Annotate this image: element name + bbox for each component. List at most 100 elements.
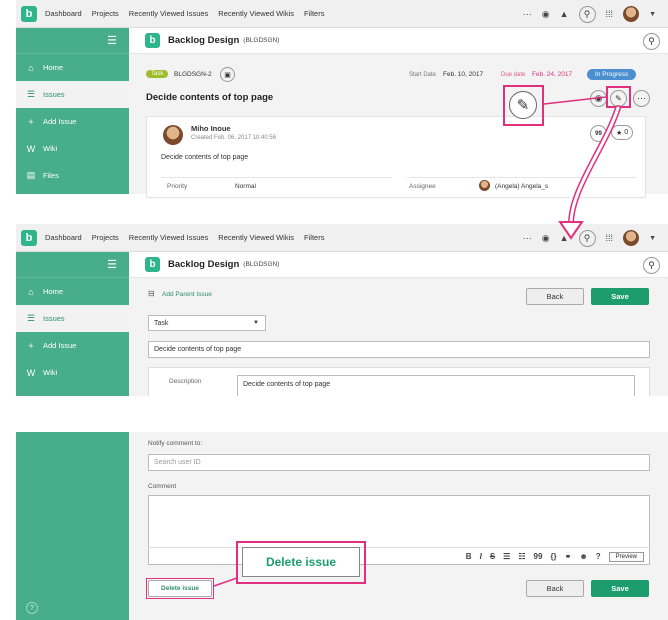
star-count: 0 [624, 129, 629, 136]
copy-key-icon[interactable]: ▣ [220, 67, 235, 82]
subject-input[interactable]: Decide contents of top page [148, 341, 650, 358]
bullet-list-icon[interactable]: ☰ [503, 552, 510, 561]
list-icon: ☰ [26, 89, 36, 99]
status-badge[interactable]: In Progress [587, 69, 637, 80]
issue-title: Decide contents of top page [146, 92, 274, 103]
nav-recent-wikis[interactable]: Recently Viewed Wikis [218, 9, 294, 18]
search-icon-2[interactable]: ⚲ [578, 229, 596, 247]
wiki-icon: W [26, 143, 36, 154]
sidebar-item-issues[interactable]: ☰ Issues [16, 81, 129, 108]
issue-description: Decide contents of top page [161, 154, 249, 161]
nav-recent-issues-2[interactable]: Recently Viewed Issues [129, 233, 209, 242]
edit-main: b Backlog Design (BLGDSGN) ⚲ ⊟ Add Paren… [129, 252, 668, 396]
user-avatar-2[interactable] [623, 230, 640, 246]
back-button[interactable]: Back [526, 288, 584, 305]
bold-icon[interactable]: B [466, 552, 472, 561]
assignee-label: Assignee [409, 183, 436, 190]
issue-type-tag: Task [146, 70, 169, 78]
user-search-input[interactable]: Search user ID [148, 454, 650, 471]
italic-icon[interactable]: I [480, 552, 482, 561]
small-edit-highlight [606, 86, 631, 108]
bell-icon-2[interactable]: ▲ [560, 233, 569, 243]
strikethrough-icon[interactable]: S [490, 552, 495, 561]
save-button-bottom[interactable]: Save [591, 580, 649, 597]
project-name-2[interactable]: Backlog Design [168, 259, 239, 270]
nav-dashboard[interactable]: Dashboard [45, 9, 82, 18]
sidebar-item-add-issue[interactable]: + Add Issue [16, 108, 129, 135]
sidebar-item-home[interactable]: ⌂ Home [16, 54, 129, 81]
nav-projects[interactable]: Projects [92, 9, 119, 18]
star-icon: ★ [616, 129, 623, 137]
help-icon-toolbar[interactable]: ? [596, 552, 601, 561]
assignee-value: (Angela) Angela_s [495, 183, 549, 190]
watch-eye-icon-2[interactable]: ◉ [542, 233, 550, 244]
issue-card: Miho Inoue Created Feb. 06, 2017 10:40:5… [146, 116, 646, 198]
help-icon[interactable]: ? [26, 602, 38, 614]
issue-type-select[interactable]: Task ▼ [148, 315, 266, 331]
apps-grid-icon-2[interactable]: ⁞⁞⁞ [606, 233, 614, 243]
backlog-logo[interactable]: b [21, 5, 37, 22]
project-search-icon[interactable]: ⚲ [643, 33, 660, 50]
project-name[interactable]: Backlog Design [168, 35, 239, 46]
link-icon[interactable]: ⚭ [565, 552, 572, 561]
detail-divider-2 [407, 177, 637, 178]
sidebar-item-home-2[interactable]: ⌂ Home [16, 278, 129, 305]
user-avatar[interactable] [623, 6, 640, 22]
nav-recent-issues[interactable]: Recently Viewed Issues [129, 9, 209, 18]
back-button-bottom[interactable]: Back [526, 580, 584, 597]
sidebar-item-files[interactable]: ▤ Files [16, 162, 129, 189]
nav-dashboard-2[interactable]: Dashboard [45, 233, 82, 242]
emoji-icon[interactable]: ☻ [579, 552, 587, 561]
sidebar-item-wiki[interactable]: W Wiki [16, 135, 129, 162]
numbered-list-icon[interactable]: ☷ [518, 552, 525, 561]
preview-button[interactable]: Preview [608, 551, 644, 562]
comment-toolbar: B I S ☰ ☷ 99 {} ⚭ ☻ ? Preview [148, 547, 650, 565]
chevron-down-icon-2[interactable]: ▼ [649, 235, 656, 242]
delete-button-highlight [146, 578, 214, 599]
chevron-down-icon-select: ▼ [253, 320, 259, 326]
menu-icon[interactable]: ☰ [107, 34, 117, 47]
backlog-logo-2[interactable]: b [21, 229, 37, 246]
add-parent-issue-link[interactable]: Add Parent Issue [162, 291, 212, 298]
watch-icon[interactable]: ◉ [590, 90, 607, 107]
project-key: (BLGDSGN) [243, 37, 280, 44]
top-navigation-2: b Dashboard Projects Recently Viewed Iss… [16, 224, 668, 252]
sidebar: ☰ ⌂ Home ☰ Issues + Add Issue W Wiki ▤ Files [16, 28, 129, 194]
code-icon[interactable]: {} [550, 552, 556, 561]
more-icon-2[interactable]: ··· [523, 233, 532, 243]
menu-icon-2[interactable]: ☰ [107, 258, 117, 271]
sidebar-item-issues-2[interactable]: ☰ Issues [16, 305, 129, 332]
nav-recent-wikis-2[interactable]: Recently Viewed Wikis [218, 233, 294, 242]
quote-icon-toolbar[interactable]: 99 [534, 552, 543, 561]
nav-projects-2[interactable]: Projects [92, 233, 119, 242]
sidebar-item-add-issue-2[interactable]: + Add Issue [16, 332, 129, 359]
watch-eye-icon[interactable]: ◉ [542, 9, 550, 20]
nav-filters-2[interactable]: Filters [304, 233, 324, 242]
description-input[interactable]: Decide contents of top page [237, 375, 635, 396]
sidebar-item-wiki-2[interactable]: W Wiki [16, 359, 129, 386]
sidebar-3: ? [16, 432, 129, 620]
star-button[interactable]: ★ 0 [611, 125, 634, 140]
quote-icon[interactable]: 99 [590, 125, 607, 142]
bell-icon[interactable]: ▲ [560, 9, 569, 19]
home-icon: ⌂ [28, 62, 34, 73]
issue-key: BLGDSGN-2 [174, 71, 212, 78]
search-icon[interactable]: ⚲ [578, 5, 596, 23]
project-search-icon-2[interactable]: ⚲ [643, 257, 660, 274]
nav-filters[interactable]: Filters [304, 9, 324, 18]
project-key-2: (BLGDSGN) [243, 261, 280, 268]
issue-main: b Backlog Design (BLGDSGN) ⚲ Task BLGDSG… [129, 28, 668, 198]
detail-divider [161, 177, 391, 178]
description-box: Description Decide contents of top page [148, 367, 650, 396]
author-name: Miho Inoue [191, 124, 231, 133]
project-logo-2: b [145, 257, 160, 272]
plus-icon: + [28, 116, 34, 127]
due-date-label: Due date [501, 72, 526, 78]
apps-grid-icon[interactable]: ⁞⁞⁞ [606, 9, 614, 19]
more-options-icon[interactable]: ⋯ [633, 90, 650, 107]
more-icon[interactable]: ··· [523, 9, 532, 19]
project-header-2: b Backlog Design (BLGDSGN) ⚲ [129, 252, 668, 278]
save-button[interactable]: Save [591, 288, 649, 305]
chevron-down-icon[interactable]: ▼ [649, 11, 656, 18]
created-timestamp: Created Feb. 06, 2017 10:40:56 [191, 135, 277, 141]
